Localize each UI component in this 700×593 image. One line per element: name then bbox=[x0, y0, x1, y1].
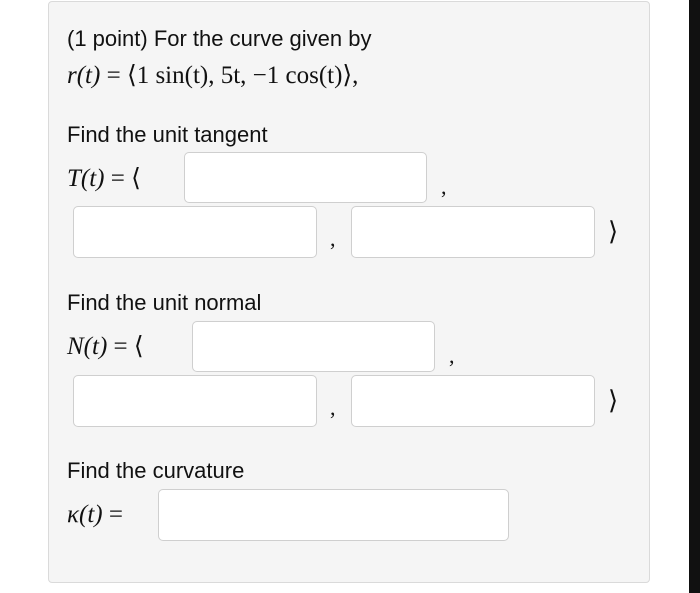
normal-eq-open: = ⟨ bbox=[113, 333, 144, 360]
normal-symbol: N(t) bbox=[67, 333, 108, 360]
normal-separator-2: , bbox=[330, 395, 336, 420]
tangent-z-input[interactable] bbox=[351, 206, 595, 258]
tangent-close-bracket: ⟩ bbox=[608, 217, 619, 246]
normal-x-input[interactable] bbox=[192, 321, 435, 372]
curve-equals: = bbox=[106, 62, 121, 89]
curve-equation: r(t) = ⟨1 sin(t), 5t, −1 cos(t)⟩, bbox=[67, 63, 358, 88]
tangent-label: T(t) = ⟨ bbox=[67, 166, 141, 191]
normal-y-input[interactable] bbox=[73, 375, 317, 427]
tangent-separator-1: , bbox=[441, 174, 447, 199]
normal-prompt: Find the unit normal bbox=[67, 290, 262, 315]
curve-lhs: r(t) bbox=[67, 62, 101, 89]
tangent-separator-2: , bbox=[330, 226, 336, 251]
tangent-y-input[interactable] bbox=[73, 206, 317, 258]
curvature-label: κ(t) = bbox=[67, 502, 123, 527]
problem-intro: (1 point) For the curve given by bbox=[67, 26, 372, 51]
window-edge bbox=[689, 0, 700, 593]
tangent-symbol: T(t) bbox=[67, 165, 105, 192]
normal-close-bracket: ⟩ bbox=[608, 386, 619, 415]
normal-z-input[interactable] bbox=[351, 375, 595, 427]
tangent-prompt: Find the unit tangent bbox=[67, 122, 268, 147]
normal-separator-1: , bbox=[449, 343, 455, 368]
curve-rhs: ⟨1 sin(t), 5t, −1 cos(t)⟩, bbox=[126, 62, 359, 89]
tangent-eq-open: = ⟨ bbox=[110, 165, 141, 192]
curvature-equals: = bbox=[108, 501, 123, 528]
curvature-prompt: Find the curvature bbox=[67, 458, 245, 483]
curvature-input[interactable] bbox=[158, 489, 509, 541]
tangent-x-input[interactable] bbox=[184, 152, 427, 203]
curvature-symbol: κ(t) bbox=[67, 501, 103, 528]
normal-label: N(t) = ⟨ bbox=[67, 334, 144, 359]
